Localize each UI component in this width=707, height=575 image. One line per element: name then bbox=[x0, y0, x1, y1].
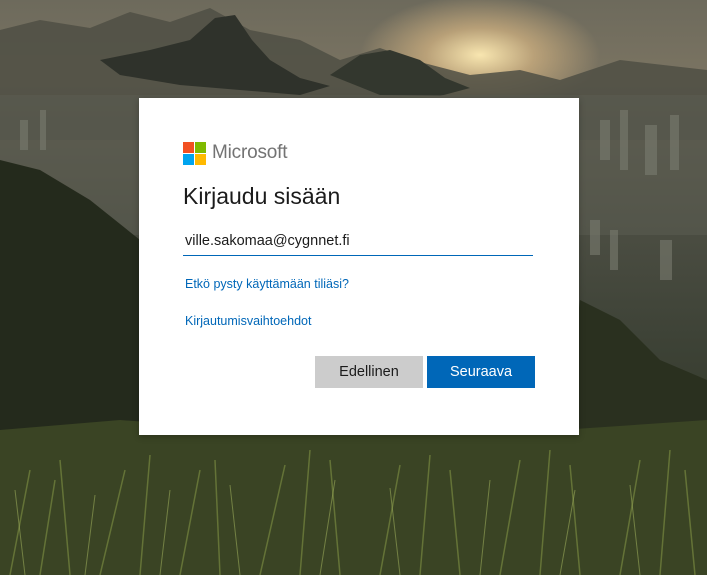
logo-square-yellow bbox=[195, 153, 206, 165]
back-button[interactable]: Edellinen bbox=[315, 356, 423, 388]
logo-square-green bbox=[195, 141, 206, 153]
logo-square-blue bbox=[183, 153, 194, 165]
email-field[interactable] bbox=[183, 226, 533, 256]
cant-access-account-link[interactable]: Etkö pysty käyttämään tiliäsi? bbox=[185, 277, 349, 291]
page-title: Kirjaudu sisään bbox=[183, 183, 341, 209]
signin-options-link[interactable]: Kirjautumisvaihtoehdot bbox=[185, 314, 311, 328]
next-button[interactable]: Seuraava bbox=[427, 356, 535, 388]
microsoft-logo: Microsoft bbox=[183, 141, 287, 165]
microsoft-logo-icon bbox=[183, 141, 206, 165]
signin-card: Microsoft Kirjaudu sisään Etkö pysty käy… bbox=[139, 98, 579, 435]
brand-name: Microsoft bbox=[212, 142, 288, 163]
logo-square-red bbox=[183, 141, 194, 153]
